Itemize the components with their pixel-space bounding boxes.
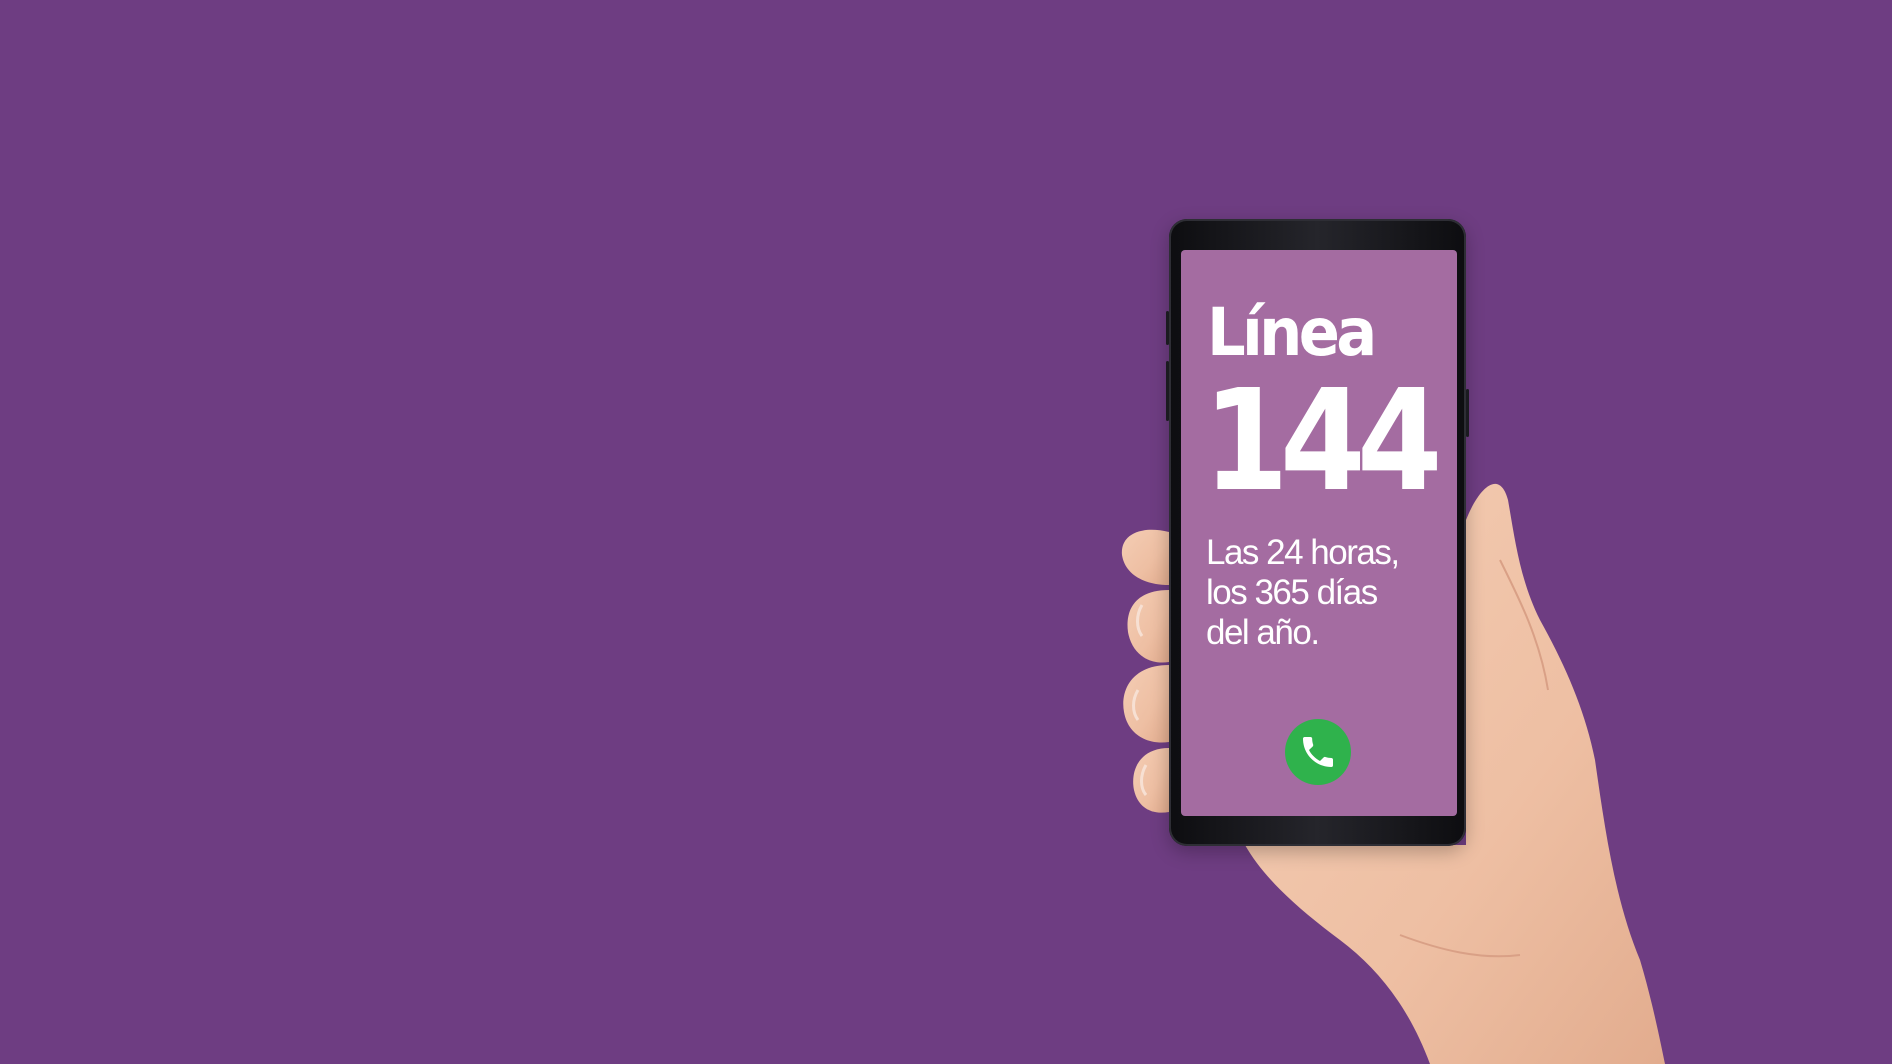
hand-image — [1121, 483, 1665, 1064]
phone-call-icon — [1303, 737, 1333, 767]
availability-line: Las 24 horas, — [1206, 533, 1400, 572]
advertisement-scene: Línea 144 Las 24 horas, los 365 días del… — [0, 0, 1892, 1064]
smartphone: Línea 144 Las 24 horas, los 365 días del… — [1166, 219, 1469, 846]
phone-side-button — [1166, 311, 1169, 345]
phone-side-button — [1466, 389, 1469, 437]
hotline-number: 144 — [1203, 360, 1443, 523]
availability-text: Las 24 horas, los 365 días del año. — [1206, 533, 1400, 653]
availability-line: del año. — [1206, 613, 1320, 652]
availability-line: los 365 días — [1206, 573, 1378, 612]
line-title: Línea — [1207, 294, 1377, 371]
call-button[interactable] — [1285, 719, 1351, 785]
phone-side-button — [1166, 361, 1169, 421]
phone-screen: Línea 144 Las 24 horas, los 365 días del… — [1181, 250, 1457, 816]
